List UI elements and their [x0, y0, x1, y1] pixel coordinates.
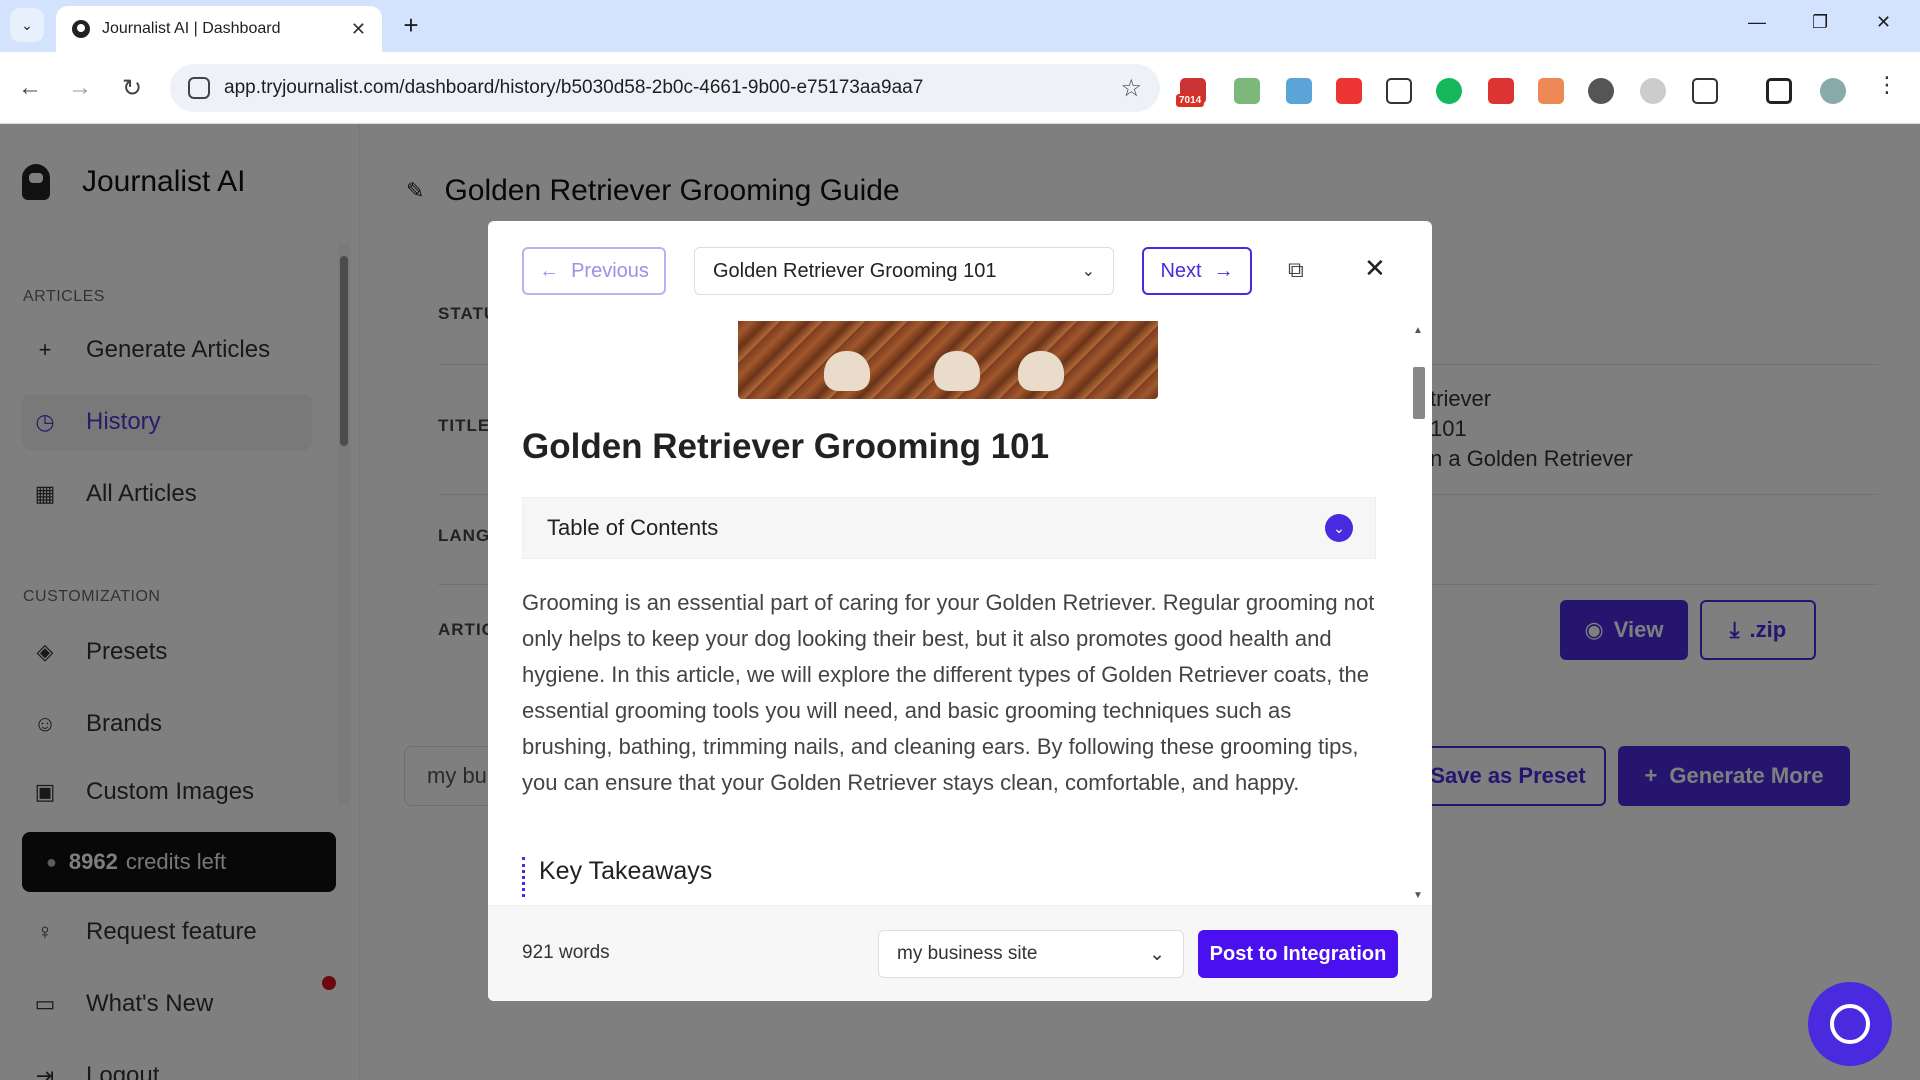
reload-button[interactable]: ↻	[116, 72, 148, 104]
modal-footer: 921 words my business site ⌄ Post to Int…	[488, 905, 1432, 1001]
tab-title: Journalist AI | Dashboard	[102, 20, 281, 37]
integration-select-value: my business site	[897, 943, 1038, 964]
browser-toolbar: ← → ↻ app.tryjournalist.com/dashboard/hi…	[0, 52, 1920, 124]
address-bar[interactable]: app.tryjournalist.com/dashboard/history/…	[170, 64, 1160, 112]
post-label: Post to Integration	[1209, 942, 1387, 965]
grammarly-extension-icon[interactable]	[1436, 78, 1462, 104]
star-icon[interactable]: ☆	[1120, 74, 1142, 103]
url-text[interactable]: app.tryjournalist.com/dashboard/history/…	[224, 77, 1120, 99]
circles-extension-icon[interactable]	[1588, 78, 1614, 104]
megaphone-extension-icon[interactable]	[1538, 78, 1564, 104]
arrow-right-icon: →	[68, 74, 92, 101]
close-icon[interactable]: ✕	[1364, 253, 1386, 284]
chevron-down-icon: ⌄	[1149, 943, 1165, 965]
reload-icon: ↻	[121, 74, 143, 102]
back-button[interactable]: ←	[14, 72, 46, 104]
previous-label: Previous	[571, 259, 649, 282]
browser-tab[interactable]: Journalist AI | Dashboard ✕	[56, 6, 382, 52]
red-extension-icon[interactable]	[1488, 78, 1514, 104]
article-select-value: Golden Retriever Grooming 101	[713, 259, 997, 282]
menu-dots-icon[interactable]: ⋮	[1876, 72, 1898, 98]
play-extension-icon[interactable]	[1386, 78, 1412, 104]
article-featured-image	[738, 321, 1158, 399]
new-tab-button[interactable]: +	[396, 10, 426, 40]
toc-label: Table of Contents	[547, 515, 719, 540]
chat-icon	[1830, 1004, 1870, 1044]
scrollbar-thumb[interactable]	[1413, 367, 1425, 419]
article-preview-body[interactable]: Golden Retriever Grooming 101 Table of C…	[488, 321, 1432, 905]
article-intro-paragraph: Grooming is an essential part of caring …	[522, 590, 1375, 795]
mail-extension-icon[interactable]	[1234, 78, 1260, 104]
table-of-contents[interactable]: Table of Contents ⌄	[522, 497, 1376, 559]
article-select[interactable]: Golden Retriever Grooming 101 ⌄	[694, 247, 1114, 295]
forward-button[interactable]: →	[64, 72, 96, 104]
restore-icon[interactable]: ❐	[1812, 12, 1828, 33]
side-panel-icon[interactable]	[1766, 78, 1792, 104]
pdf-extension-icon[interactable]	[1336, 78, 1362, 104]
arrow-left-icon: ←	[539, 259, 560, 282]
chevron-down-icon[interactable]: ⌄	[1325, 514, 1353, 542]
word-count: 921 words	[522, 942, 610, 963]
puzzle-icon[interactable]	[1692, 78, 1718, 104]
modal-scrollbar[interactable]: ▲ ▼	[1410, 321, 1428, 905]
chevron-down-icon: ⌄	[21, 16, 33, 33]
dog-paw	[934, 351, 980, 391]
scroll-up-icon[interactable]: ▲	[1413, 325, 1423, 336]
post-to-integration-button[interactable]: Post to Integration	[1198, 930, 1398, 978]
plus-icon: +	[403, 9, 419, 40]
extension-badge: 7014	[1176, 94, 1205, 107]
chat-support-button[interactable]	[1808, 982, 1892, 1066]
article-heading: Golden Retriever Grooming 101	[522, 427, 1050, 466]
next-button[interactable]: Next →	[1142, 247, 1252, 295]
site-info-icon[interactable]	[188, 77, 210, 99]
dog-paw	[1018, 351, 1064, 391]
previous-button[interactable]: ← Previous	[522, 247, 666, 295]
shield-extension-icon[interactable]	[1640, 78, 1666, 104]
tab-list-button[interactable]: ⌄	[10, 8, 44, 42]
tab-close-icon[interactable]: ✕	[351, 19, 366, 40]
dog-paw	[824, 351, 870, 391]
cloud-extension-icon[interactable]	[1286, 78, 1312, 104]
integration-select[interactable]: my business site ⌄	[878, 930, 1184, 978]
journalist-favicon-icon	[72, 20, 90, 38]
close-window-icon[interactable]: ✕	[1876, 12, 1891, 33]
minimize-icon[interactable]: —	[1748, 12, 1766, 33]
external-link-icon[interactable]: ⧉	[1288, 257, 1304, 283]
browser-tabstrip: ⌄ Journalist AI | Dashboard ✕ + — ❐ ✕	[0, 0, 1920, 52]
chevron-down-icon: ⌄	[1081, 263, 1095, 280]
key-takeaways-heading: Key Takeaways	[522, 857, 712, 897]
article-preview-modal: ← Previous Golden Retriever Grooming 101…	[488, 221, 1432, 1001]
scroll-down-icon[interactable]: ▼	[1413, 890, 1423, 901]
arrow-right-icon: →	[1213, 259, 1234, 282]
arrow-left-icon: ←	[18, 74, 42, 101]
next-label: Next	[1160, 259, 1202, 282]
profile-avatar[interactable]	[1820, 78, 1846, 104]
